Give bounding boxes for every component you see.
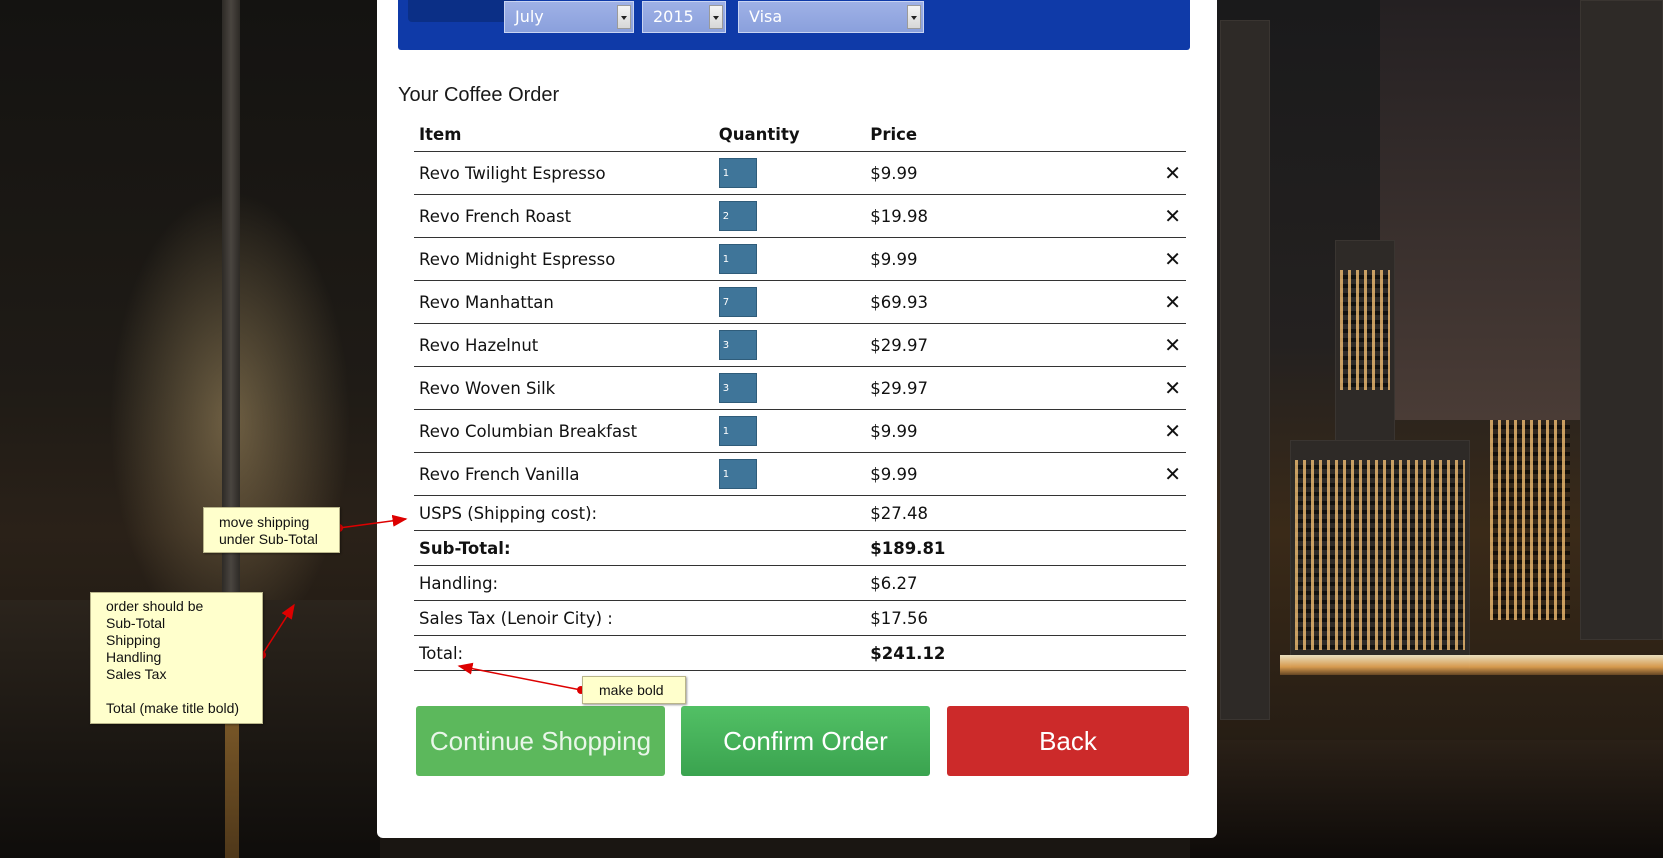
subtotal-label: Sub-Total: xyxy=(414,530,866,566)
item-name: Revo Manhattan xyxy=(414,280,714,324)
item-quantity-cell: 1 xyxy=(713,151,866,195)
background-right xyxy=(1190,0,1663,858)
expiry-year-value: 2015 xyxy=(653,7,694,26)
remove-item-icon[interactable]: ✕ xyxy=(1164,290,1181,314)
chevron-down-icon[interactable] xyxy=(617,5,631,29)
item-name: Revo French Roast xyxy=(414,194,714,238)
remove-item-icon[interactable]: ✕ xyxy=(1164,333,1181,357)
table-row: Revo Midnight Espresso 1 $9.99 ✕ xyxy=(414,237,1186,281)
sales-tax-label: Sales Tax (Lenoir City) : xyxy=(414,600,866,636)
column-header-item: Item xyxy=(414,117,714,152)
table-row: Revo Woven Silk 3 $29.97 ✕ xyxy=(414,366,1186,410)
item-price: $9.99 xyxy=(865,237,1157,281)
remove-item-icon[interactable]: ✕ xyxy=(1164,462,1181,486)
handling-value: $6.27 xyxy=(865,565,1186,601)
order-title: Your Coffee Order xyxy=(398,84,560,106)
card-type-select[interactable]: Visa xyxy=(738,1,924,33)
item-quantity-cell: 1 xyxy=(713,409,866,453)
expiry-month-value: July xyxy=(515,7,544,26)
item-quantity-cell: 1 xyxy=(713,237,866,281)
quantity-input[interactable]: 1 xyxy=(718,244,757,274)
table-row: Revo Twilight Espresso 1 $9.99 ✕ xyxy=(414,151,1186,195)
shipping-label: USPS (Shipping cost): xyxy=(414,495,866,531)
building xyxy=(1220,20,1270,720)
item-name: Revo Midnight Espresso xyxy=(414,237,714,281)
remove-item-icon[interactable]: ✕ xyxy=(1164,247,1181,271)
item-price: $9.99 xyxy=(865,151,1157,195)
continue-shopping-button[interactable]: Continue Shopping xyxy=(416,706,665,776)
expiry-year-select[interactable]: 2015 xyxy=(642,1,726,33)
subtotal-value: $189.81 xyxy=(865,530,1186,566)
item-price: $9.99 xyxy=(865,452,1157,496)
item-name: Revo Woven Silk xyxy=(414,366,714,410)
item-name: Revo Columbian Breakfast xyxy=(414,409,714,453)
annotation-note-order: order should be Sub-Total Shipping Handl… xyxy=(90,592,263,724)
subtotal-row: Sub-Total: $189.81 xyxy=(414,530,1186,566)
item-quantity-cell: 2 xyxy=(713,194,866,238)
item-price: $29.97 xyxy=(865,323,1157,367)
quantity-input[interactable]: 3 xyxy=(718,373,757,403)
table-row: Revo French Vanilla 1 $9.99 ✕ xyxy=(414,452,1186,496)
payment-bar-tab xyxy=(408,0,516,22)
table-row: Revo Hazelnut 3 $29.97 ✕ xyxy=(414,323,1186,367)
column-header-quantity: Quantity xyxy=(713,117,866,152)
remove-item-icon[interactable]: ✕ xyxy=(1164,376,1181,400)
item-name: Revo Hazelnut xyxy=(414,323,714,367)
remove-item-icon[interactable]: ✕ xyxy=(1164,204,1181,228)
item-price: $69.93 xyxy=(865,280,1157,324)
building xyxy=(1580,0,1663,640)
item-price: $9.99 xyxy=(865,409,1157,453)
shipping-row: USPS (Shipping cost): $27.48 xyxy=(414,495,1186,531)
chevron-down-icon[interactable] xyxy=(907,5,921,29)
item-quantity-cell: 3 xyxy=(713,323,866,367)
table-header-row: Item Quantity Price xyxy=(414,117,1186,152)
remove-item-icon[interactable]: ✕ xyxy=(1164,161,1181,185)
chevron-down-icon[interactable] xyxy=(709,5,723,29)
building-windows xyxy=(1490,420,1570,620)
item-price: $29.97 xyxy=(865,366,1157,410)
checkout-panel: July 2015 Visa Your Coffee Order Item Qu… xyxy=(377,0,1217,838)
background-left xyxy=(0,0,380,858)
river-right xyxy=(1190,740,1663,858)
payment-bar: July 2015 Visa xyxy=(398,0,1190,50)
shipping-value: $27.48 xyxy=(865,495,1186,531)
item-price: $19.98 xyxy=(865,194,1157,238)
expiry-month-select[interactable]: July xyxy=(504,1,634,33)
total-row: Total: $241.12 xyxy=(414,635,1186,671)
quantity-input[interactable]: 1 xyxy=(718,459,757,489)
annotation-note-bold: make bold xyxy=(582,676,686,704)
column-header-price: Price xyxy=(865,117,1157,152)
item-quantity-cell: 1 xyxy=(713,452,866,496)
card-type-value: Visa xyxy=(749,7,783,26)
annotation-note-shipping: move shipping under Sub-Total xyxy=(203,507,340,553)
item-name: Revo French Vanilla xyxy=(414,452,714,496)
sales-tax-row: Sales Tax (Lenoir City) : $17.56 xyxy=(414,600,1186,636)
item-quantity-cell: 7 xyxy=(713,280,866,324)
handling-row: Handling: $6.27 xyxy=(414,565,1186,601)
handling-label: Handling: xyxy=(414,565,866,601)
table-row: Revo Columbian Breakfast 1 $9.99 ✕ xyxy=(414,409,1186,453)
remove-item-icon[interactable]: ✕ xyxy=(1164,419,1181,443)
quantity-input[interactable]: 7 xyxy=(718,287,757,317)
quantity-input[interactable]: 1 xyxy=(718,416,757,446)
table-row: Revo Manhattan 7 $69.93 ✕ xyxy=(414,280,1186,324)
order-table: Item Quantity Price Revo Twilight Espres… xyxy=(414,117,1186,671)
item-name: Revo Twilight Espresso xyxy=(414,151,714,195)
quantity-input[interactable]: 2 xyxy=(718,201,757,231)
back-button[interactable]: Back xyxy=(947,706,1189,776)
lit-bridge xyxy=(1280,655,1663,675)
building-windows xyxy=(1295,460,1465,650)
table-row: Revo French Roast 2 $19.98 ✕ xyxy=(414,194,1186,238)
item-quantity-cell: 3 xyxy=(713,366,866,410)
building-windows xyxy=(1340,270,1390,390)
quantity-input[interactable]: 1 xyxy=(718,158,757,188)
column-header-remove xyxy=(1156,117,1186,152)
total-value: $241.12 xyxy=(865,635,1186,671)
confirm-order-button[interactable]: Confirm Order xyxy=(681,706,930,776)
sales-tax-value: $17.56 xyxy=(865,600,1186,636)
total-label: Total: xyxy=(414,635,866,671)
quantity-input[interactable]: 3 xyxy=(718,330,757,360)
